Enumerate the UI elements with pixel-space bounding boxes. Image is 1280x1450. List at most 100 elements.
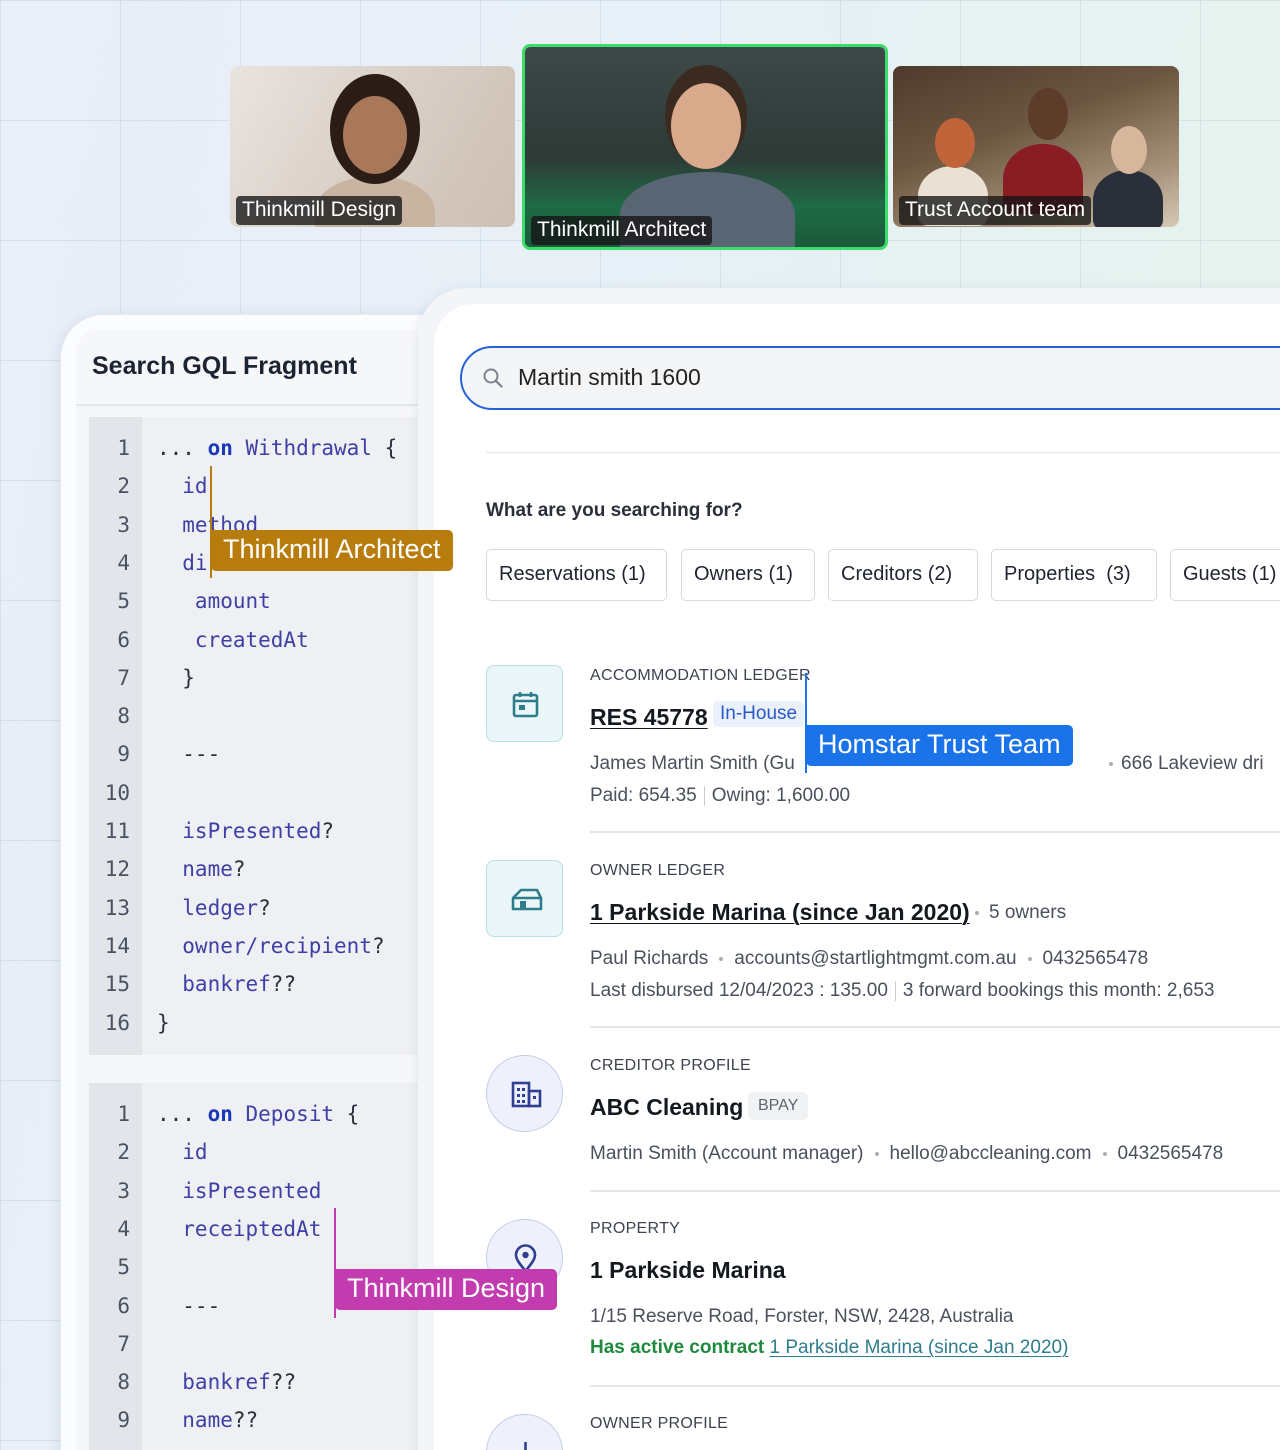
- calendar-icon: [486, 665, 563, 742]
- line-number: 3: [117, 1178, 130, 1203]
- line-number: 6: [117, 1293, 130, 1318]
- code-text: owner/recipient?: [157, 933, 385, 958]
- code-line[interactable]: 11 isPresented?: [89, 812, 420, 850]
- line-number: 6: [117, 627, 130, 652]
- code-editor-deposit[interactable]: 1... on Deposit {2 id 3 isPresented 4 rece…: [89, 1083, 420, 1450]
- payment-method-badge: BPAY: [748, 1092, 809, 1120]
- result-type: OWNER LEDGER: [590, 862, 726, 879]
- code-text: id: [157, 1140, 208, 1165]
- divider: [590, 1385, 1280, 1387]
- cursor-label-design: Thinkmill Design: [335, 1269, 558, 1310]
- code-text: di: [157, 550, 208, 575]
- video-tile-trust-account-team[interactable]: Trust Account team: [893, 66, 1179, 227]
- code-text: ... on Deposit {: [157, 1102, 360, 1126]
- code-line[interactable]: 1 ... on Deposit {: [89, 1095, 420, 1133]
- panel-title: Search GQL Fragment: [92, 352, 357, 380]
- code-line[interactable]: 13 ledger?: [89, 889, 420, 927]
- code-line[interactable]: 7: [89, 1325, 420, 1363]
- line-number: 7: [117, 1331, 130, 1356]
- line-number: 9: [117, 1408, 130, 1433]
- house-icon: [486, 860, 563, 937]
- result-type: CREDITOR PROFILE: [590, 1057, 751, 1074]
- owner-count-wrap: 5 owners: [975, 902, 1066, 924]
- owing-amount: Owing: 1,600.00: [711, 785, 851, 806]
- line-number: 8: [117, 704, 130, 729]
- line-number: 2: [117, 474, 130, 499]
- contract-label: Has active contract: [590, 1337, 765, 1358]
- participant-name: Trust Account team: [899, 196, 1092, 225]
- code-line[interactable]: 4 receiptedAt: [89, 1210, 420, 1248]
- divider: [590, 1026, 1280, 1028]
- result-title[interactable]: 1 Parkside Marina: [590, 1257, 786, 1284]
- cursor-label-homstar: Homstar Trust Team: [806, 725, 1073, 766]
- code-line[interactable]: 2 id: [89, 467, 420, 505]
- creditor-contact: Martin Smith (Account manager) hello@abcc…: [590, 1143, 1224, 1164]
- search-prompt: What are you searching for?: [486, 500, 743, 521]
- code-text: name?: [157, 857, 246, 882]
- code-line[interactable]: 6 createdAt: [89, 621, 420, 659]
- code-line[interactable]: 1 ... on Withdrawal {: [89, 429, 420, 467]
- result-type: OWNER PROFILE: [590, 1415, 729, 1432]
- code-text: }: [157, 665, 195, 690]
- payment-summary: Paid: 654.35 Owing: 1,600.00: [590, 785, 850, 807]
- filter-properties[interactable]: Properties (3): [991, 549, 1157, 601]
- owner-count: 5 owners: [989, 902, 1067, 923]
- participant-name: Thinkmill Design: [236, 196, 403, 225]
- line-number: 13: [104, 895, 130, 920]
- participant-name: Thinkmill Architect: [531, 216, 713, 245]
- code-line[interactable]: 3 isPresented: [89, 1172, 420, 1210]
- code-line[interactable]: 16}: [89, 1004, 420, 1042]
- line-number: 4: [117, 1216, 130, 1241]
- contract-status: Has active contract 1 Parkside Marina (s…: [590, 1337, 1068, 1359]
- code-line[interactable]: 7 }: [89, 659, 420, 697]
- video-tile-thinkmill-architect[interactable]: Thinkmill Architect: [522, 44, 888, 250]
- line-number: 14: [104, 933, 130, 958]
- code-text: amount: [157, 589, 271, 614]
- code-line[interactable]: 8 bankref??: [89, 1363, 420, 1401]
- line-number: 12: [104, 857, 130, 882]
- line-number: 9: [117, 742, 130, 767]
- video-tile-thinkmill-design[interactable]: Thinkmill Design: [230, 66, 515, 227]
- code-text: bankref??: [157, 972, 297, 997]
- code-line[interactable]: 12 name?: [89, 850, 420, 888]
- building-icon: [486, 1055, 563, 1132]
- line-number: 5: [117, 1255, 130, 1280]
- filter-reservations[interactable]: Reservations (1): [486, 549, 667, 601]
- code-line[interactable]: 10: [89, 774, 420, 812]
- code-text: bankref??: [157, 1370, 297, 1395]
- code-line[interactable]: 9 name??: [89, 1401, 420, 1439]
- filter-owners[interactable]: Owners (1): [681, 549, 815, 601]
- code-text: receiptedAt: [157, 1216, 322, 1241]
- guest-address: 666 Lakeview dri: [1109, 753, 1264, 775]
- line-number: 10: [104, 780, 130, 805]
- property-address: 1/15 Reserve Road, Forster, NSW, 2428, A…: [590, 1306, 1014, 1327]
- line-number: 1: [117, 436, 130, 460]
- result-title-link[interactable]: RES 45778: [590, 704, 708, 731]
- code-line[interactable]: 2 id: [89, 1133, 420, 1171]
- line-number: 11: [104, 819, 130, 843]
- line-number: 4: [117, 550, 130, 575]
- line-number: 7: [117, 665, 130, 690]
- code-line[interactable]: 14 owner/recipient?: [89, 927, 420, 965]
- result-type: ACCOMMODATION LEDGER: [590, 667, 811, 684]
- line-number: 5: [117, 589, 130, 614]
- line-number: 8: [117, 1370, 130, 1395]
- code-text: ---: [157, 742, 221, 767]
- cursor-label-architect: Thinkmill Architect: [211, 530, 453, 571]
- filter-guests[interactable]: Guests (1): [1170, 549, 1280, 601]
- result-title[interactable]: ABC Cleaning: [590, 1094, 743, 1121]
- contract-link[interactable]: 1 Parkside Marina (since Jan 2020): [770, 1337, 1069, 1358]
- code-line[interactable]: 8: [89, 697, 420, 735]
- search-icon: [483, 368, 503, 388]
- status-badge: In-House: [713, 701, 805, 727]
- code-line[interactable]: 9 ---: [89, 735, 420, 773]
- code-text: ledger?: [157, 895, 271, 920]
- code-line[interactable]: 5 amount: [89, 582, 420, 620]
- line-number: 15: [104, 972, 130, 997]
- filter-creditors[interactable]: Creditors (2): [828, 549, 978, 601]
- code-editor-withdrawal[interactable]: 1... on Withdrawal {2 id 3 method 4 di 5 am…: [89, 417, 420, 1055]
- divider: [590, 831, 1280, 833]
- line-number: 1: [117, 1102, 130, 1126]
- result-title-link[interactable]: 1 Parkside Marina (since Jan 2020): [590, 899, 970, 926]
- code-line[interactable]: 15 bankref??: [89, 965, 420, 1003]
